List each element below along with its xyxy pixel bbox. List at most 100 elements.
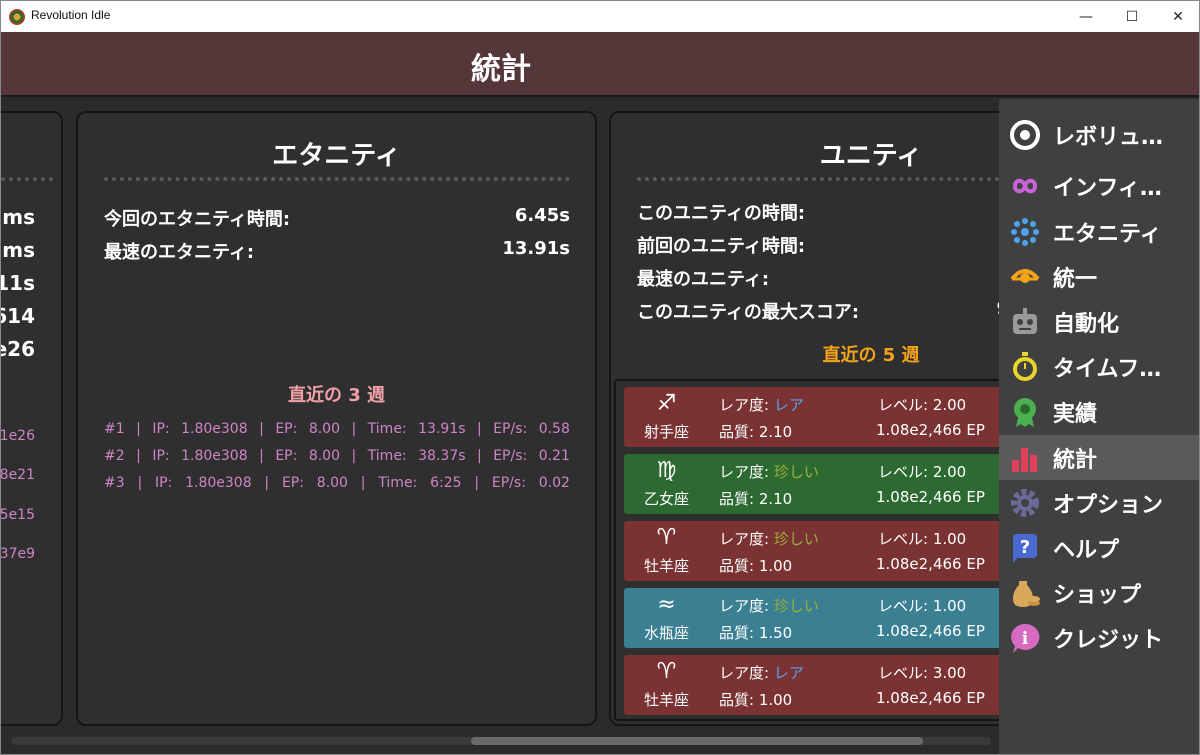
sagittarius-icon: ♐ — [656, 391, 677, 416]
award-icon — [1009, 396, 1041, 428]
glyph-quality: 品質: 2.10 — [719, 490, 793, 508]
aquarius-icon: ≈ — [657, 592, 676, 617]
sidebar-item-label: タイムフ… — [1053, 356, 1162, 382]
sidebar-item-label: 自動化 — [1053, 311, 1120, 337]
glyph-level: レベル: 2.00 — [878, 396, 967, 414]
glyph-level: レベル: 1.00 — [878, 597, 967, 615]
glyph-ep: 1.08e2,466 EP — [876, 421, 985, 439]
glyph-name: 水瓶座 — [643, 624, 689, 642]
glyph-ep: 1.08e2,466 EP — [876, 689, 985, 707]
stat-row: 最速のユニティ: — [637, 265, 1005, 291]
sidebar-item-help[interactable]: ? ヘルプ — [999, 525, 1199, 570]
gear-icon — [1009, 487, 1041, 519]
stat-value: ms — [2, 205, 35, 229]
glyph-rarity: レア度: レア — [719, 396, 804, 414]
glyph-name: 牡羊座 — [643, 557, 689, 575]
eternity-stats-panel: エタニティ 今回のエタニティ時間: 6.45s 最速のエタニティ: 13.91s… — [76, 111, 597, 726]
stat-value: .11s — [1, 271, 35, 295]
scrollbar-thumb[interactable] — [471, 737, 923, 745]
money-bag-icon — [1009, 577, 1041, 609]
run-value: 1e26 — [0, 428, 35, 444]
app-window: Revolution Idle — ☐ ✕ 統計 ms ms .11s 614 … — [0, 0, 1200, 755]
glyph-ep: 1.08e2,466 EP — [876, 622, 985, 640]
divider — [1, 177, 53, 181]
stat-value: 13.91s — [502, 238, 570, 259]
stat-label: このユニティの最大スコア: — [637, 302, 860, 323]
sidebar-item-timeflux[interactable]: タイムフ… — [999, 344, 1199, 389]
sidebar-item-unity[interactable]: 統一 — [999, 254, 1199, 299]
unity-icon — [1009, 261, 1041, 293]
stat-label: このユニティの時間: — [637, 203, 806, 224]
glyph-rarity: レア度: 珍しい — [719, 463, 819, 481]
run-value: 5e15 — [0, 507, 35, 523]
page-header: 統計 — [1, 32, 1199, 97]
glyph-card[interactable]: ♈ 牡羊座 レア度: レア 品質: 1.00 レベル: 3.00 1.08e2,… — [624, 655, 1004, 715]
sidebar-item-label: エタニティ — [1053, 221, 1162, 247]
recent-runs-title: 直近の 3 週 — [287, 385, 386, 406]
robot-icon — [1009, 306, 1041, 338]
stat-value: 6.45s — [514, 205, 570, 226]
glyph-list: ♐ 射手座 レア度: レア 品質: 2.10 レベル: 2.00 1.08e2,… — [614, 379, 1014, 721]
eternity-icon — [1009, 216, 1041, 248]
glyph-rarity: レア度: 珍しい — [719, 530, 819, 548]
divider — [104, 177, 570, 181]
sidebar-item-label: オプション — [1053, 492, 1164, 518]
stat-row: 今回のエタニティ時間: 6.45s — [104, 205, 570, 231]
sidebar-item-label: ショップ — [1053, 582, 1142, 608]
glyph-card[interactable]: ≈ 水瓶座 レア度: 珍しい 品質: 1.50 レベル: 1.00 1.08e2… — [624, 588, 1004, 648]
stat-label: 最速のユニティ: — [637, 269, 770, 290]
run-value: 8e21 — [0, 467, 35, 483]
sidebar-item-statistics[interactable]: 統計 — [999, 435, 1199, 480]
run-row: #1 | IP: 1.80e308 | EP: 8.00 | Time: 13.91s | EP/s:… — [104, 421, 570, 437]
revolution-icon — [1009, 119, 1041, 151]
glyph-card[interactable]: ♐ 射手座 レア度: レア 品質: 2.10 レベル: 2.00 1.08e2,… — [624, 387, 1004, 447]
glyph-name: 牡羊座 — [643, 691, 689, 709]
page-title: 統計 — [471, 52, 531, 87]
sidebar: レボリュ… インフィ… エタニティ 統一 自動化 タイムフ… 実績 統計 オプシ… — [999, 99, 1199, 754]
stat-value: ms — [2, 238, 35, 262]
glyph-ep: 1.08e2,466 EP — [876, 555, 985, 573]
glyph-name: 射手座 — [643, 423, 689, 441]
close-button[interactable]: ✕ — [1155, 1, 1199, 32]
stat-row: 前回のユニティ時間: — [637, 232, 1005, 258]
sidebar-item-achievements[interactable]: 実績 — [999, 389, 1199, 434]
sidebar-item-label: 統計 — [1053, 447, 1098, 473]
horizontal-scrollbar[interactable] — [11, 737, 991, 745]
sidebar-item-eternity[interactable]: エタニティ — [999, 209, 1199, 254]
help-icon: ? — [1009, 532, 1041, 564]
run-row: #2 | IP: 1.80e308 | EP: 8.00 | Time: 38.37s | EP/s:… — [104, 448, 570, 464]
glyph-level: レベル: 3.00 — [878, 664, 967, 682]
sidebar-item-credits[interactable]: i クレジット — [999, 615, 1199, 660]
sidebar-item-label: クレジット — [1053, 627, 1164, 653]
stat-label: 最速のエタニティ: — [104, 242, 255, 263]
app-logo-icon — [9, 9, 25, 25]
glyph-quality: 品質: 2.10 — [719, 423, 793, 441]
sidebar-item-options[interactable]: オプション — [999, 480, 1199, 525]
glyph-card[interactable]: ♈ 牡羊座 レア度: 珍しい 品質: 1.00 レベル: 1.00 1.08e2… — [624, 521, 1004, 581]
sidebar-item-revolution[interactable]: レボリュ… — [999, 112, 1199, 157]
run-row: #3 | IP: 1.80e308 | EP: 8.00 | Time: 6:25 | EP/s: 0.… — [104, 475, 570, 491]
stat-label: 今回のエタニティ時間: — [104, 209, 291, 230]
panel-title: エタニティ — [272, 141, 401, 171]
stopwatch-icon — [1009, 351, 1041, 383]
glyph-level: レベル: 2.00 — [878, 463, 967, 481]
sidebar-item-label: 統一 — [1053, 266, 1098, 292]
sidebar-item-infinity[interactable]: インフィ… — [999, 163, 1199, 208]
glyph-quality: 品質: 1.00 — [719, 691, 793, 709]
stat-value: 614 — [1, 304, 35, 328]
glyph-level: レベル: 1.00 — [878, 530, 967, 548]
stat-row: このユニティの時間: — [637, 199, 1005, 225]
glyph-quality: 品質: 1.50 — [719, 624, 793, 642]
stat-row: 最速のエタニティ: 13.91s — [104, 238, 570, 264]
sidebar-item-shop[interactable]: ショップ — [999, 570, 1199, 615]
bar-chart-icon — [1009, 442, 1041, 474]
title-bar: Revolution Idle — [1, 1, 1199, 32]
sidebar-item-automation[interactable]: 自動化 — [999, 299, 1199, 344]
sidebar-item-label: ヘルプ — [1053, 537, 1120, 563]
sidebar-item-label: インフィ… — [1053, 175, 1162, 201]
maximize-button[interactable]: ☐ — [1109, 1, 1155, 32]
minimize-btn[interactable]: — — [1063, 1, 1109, 32]
virgo-icon: ♍ — [656, 458, 677, 483]
glyph-card[interactable]: ♍ 乙女座 レア度: 珍しい 品質: 2.10 レベル: 2.00 1.08e2… — [624, 454, 1004, 514]
stat-label: 前回のユニティ時間: — [637, 236, 806, 257]
